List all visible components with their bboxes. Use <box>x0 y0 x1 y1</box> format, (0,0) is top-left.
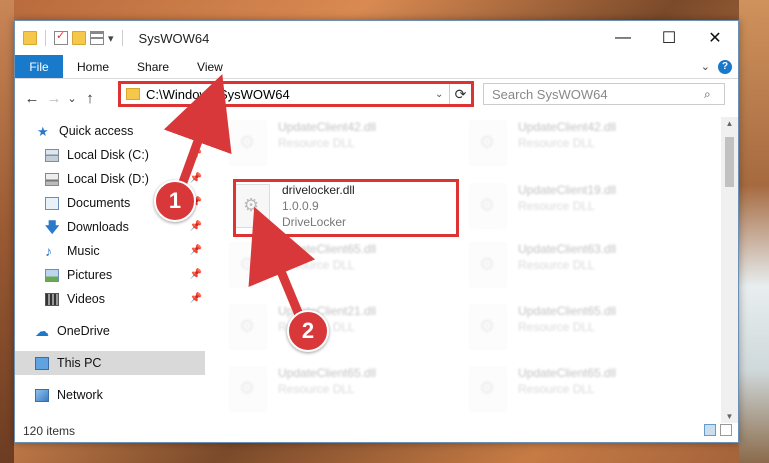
search-input[interactable]: Search SysWOW64 ⌕ <box>483 83 725 105</box>
dll-file-icon <box>470 184 506 228</box>
tab-view[interactable]: View <box>183 55 237 78</box>
details-view-icon[interactable] <box>704 424 716 436</box>
vertical-scrollbar[interactable]: ▲ ▼ <box>721 117 738 423</box>
scroll-up-icon[interactable]: ▲ <box>721 119 738 128</box>
list-item[interactable]: UpdateClient19.dllResource DLL <box>470 182 690 240</box>
sidebar-item-music[interactable]: ♪ Music 📌 <box>15 239 205 263</box>
up-button[interactable]: ↑ <box>79 90 101 107</box>
close-button[interactable]: ✕ <box>692 21 738 55</box>
status-bar: 120 items <box>15 420 738 442</box>
tab-home[interactable]: Home <box>63 55 123 78</box>
forward-button[interactable]: → <box>43 90 65 107</box>
download-icon: 🡇 <box>45 218 60 235</box>
help-icon[interactable]: ? <box>718 59 732 74</box>
desktop-background-right <box>739 0 769 463</box>
search-placeholder[interactable]: Search SysWOW64 <box>492 87 704 102</box>
list-item[interactable]: UpdateClient21.dllResource DLL <box>230 303 450 361</box>
list-item[interactable]: UpdateClient65.dllResource DLL <box>230 365 450 423</box>
sidebar-item-pictures[interactable]: Pictures 📌 <box>15 263 205 287</box>
drive-icon <box>45 172 59 186</box>
window-controls: — ☐ ✕ <box>600 21 738 55</box>
properties-icon[interactable] <box>54 29 68 45</box>
sidebar-item-network[interactable]: Network <box>15 383 205 407</box>
pin-icon[interactable]: 📌 <box>190 221 202 232</box>
dll-file-icon <box>470 367 506 411</box>
back-button[interactable]: ← <box>21 90 43 107</box>
ribbon: File Home Share View ⌄ ? <box>15 55 738 79</box>
large-icons-view-icon[interactable] <box>720 424 732 436</box>
scrollbar-thumb[interactable] <box>725 137 734 187</box>
pin-icon[interactable]: 📌 <box>190 293 202 304</box>
pin-icon[interactable]: 📌 <box>190 245 202 256</box>
dll-file-icon <box>230 243 266 287</box>
list-item[interactable]: UpdateClient65.dllResource DLL <box>470 365 690 423</box>
pin-icon[interactable]: 📌 <box>190 173 202 184</box>
file-list: UpdateClient42.dllResource DLL UpdateCli… <box>220 117 720 423</box>
dll-file-icon <box>230 367 266 411</box>
customize-toolbar-icon[interactable] <box>90 31 104 45</box>
navigation-pane: ★ Quick access Local Disk (C:) 📌 Local D… <box>15 117 205 423</box>
music-icon: ♪ <box>45 242 52 259</box>
search-icon[interactable]: ⌕ <box>704 87 724 102</box>
explorer-window: ▾ SysWOW64 — ☐ ✕ File Home Share View ⌄ … <box>14 20 739 443</box>
chevron-down-icon[interactable]: ⌄ <box>701 60 710 73</box>
step-badge-1: 1 <box>154 180 196 222</box>
sidebar-item-quick-access[interactable]: ★ Quick access <box>15 119 205 143</box>
tab-file[interactable]: File <box>15 55 63 78</box>
chevron-down-icon[interactable]: ▾ <box>108 32 114 45</box>
window-title: SysWOW64 <box>138 30 210 46</box>
recent-locations-button[interactable]: ⌄ <box>65 92 79 105</box>
step-badge-2: 2 <box>287 310 329 352</box>
minimize-button[interactable]: — <box>600 21 646 55</box>
videos-icon <box>45 292 59 306</box>
sidebar-item-videos[interactable]: Videos 📌 <box>15 287 205 311</box>
computer-icon <box>35 356 49 370</box>
dll-file-icon <box>470 243 506 287</box>
desktop-background-left <box>0 0 14 463</box>
pin-icon[interactable]: 📌 <box>190 149 202 160</box>
dll-file-icon <box>230 305 266 349</box>
chevron-down-icon[interactable]: ⌄ <box>435 89 449 100</box>
dll-file-icon <box>470 305 506 349</box>
list-item[interactable]: UpdateClient65.dllResource DLL <box>230 241 450 299</box>
file-highlight-box <box>233 179 459 237</box>
address-bar[interactable]: C:\Windows\SysWOW64 ⌄ ⟳ <box>118 81 474 107</box>
list-item[interactable]: UpdateClient42.dllResource DLL <box>230 119 450 177</box>
title-bar: ▾ SysWOW64 — ☐ ✕ <box>15 21 738 55</box>
new-folder-icon[interactable] <box>72 31 86 45</box>
sidebar-item-local-disk-c[interactable]: Local Disk (C:) 📌 <box>15 143 205 167</box>
tab-share[interactable]: Share <box>123 55 183 78</box>
refresh-button[interactable]: ⟳ <box>449 84 471 104</box>
star-icon: ★ <box>37 123 49 139</box>
pin-icon[interactable]: 📌 <box>190 269 202 280</box>
list-item[interactable]: UpdateClient42.dllResource DLL <box>470 119 690 177</box>
maximize-button[interactable]: ☐ <box>646 21 692 55</box>
sidebar-item-onedrive[interactable]: ☁ OneDrive <box>15 319 205 343</box>
dll-file-icon <box>470 121 506 165</box>
dll-file-icon <box>230 121 266 165</box>
list-item[interactable]: UpdateClient63.dllResource DLL <box>470 241 690 299</box>
address-path[interactable]: C:\Windows\SysWOW64 <box>146 87 435 102</box>
cloud-icon: ☁ <box>35 322 49 339</box>
folder-icon <box>126 88 140 100</box>
pictures-icon <box>45 268 59 282</box>
documents-icon <box>45 196 59 210</box>
quick-access-toolbar: ▾ <box>15 29 127 46</box>
list-item[interactable]: UpdateClient65.dllResource DLL <box>470 303 690 361</box>
network-icon <box>35 388 49 402</box>
item-count: 120 items <box>23 424 76 438</box>
drive-icon <box>45 148 59 162</box>
sidebar-item-this-pc[interactable]: This PC <box>15 351 205 375</box>
folder-icon <box>23 31 37 45</box>
